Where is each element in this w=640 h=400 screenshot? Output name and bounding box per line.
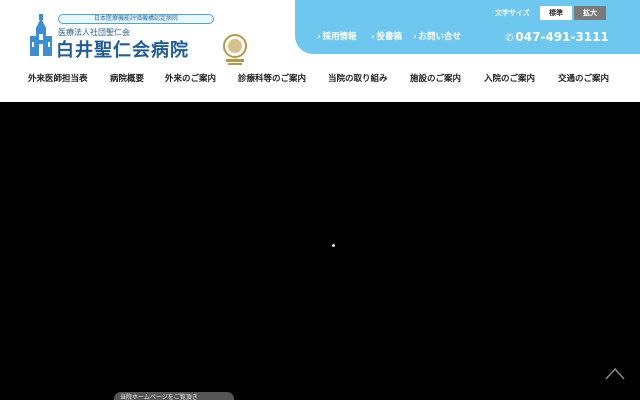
nav-item-initiatives[interactable]: 当院の取り組み	[328, 72, 388, 84]
chevron-right-icon: ›	[317, 32, 321, 42]
utility-bar: 文字サイズ 標準 拡大 › 採用情報 › 投書箱 › お問い合せ ✆ 047-491-3…	[295, 0, 640, 54]
phone-number[interactable]: ✆ 047-491-3111	[505, 30, 609, 44]
church-tower-icon	[30, 14, 52, 56]
main-nav: 外来医師担当表 病院概要 外来のご案内 診療科等のご案内 当院の取り組み 施設の…	[0, 68, 640, 88]
nav-item-doctor-schedule[interactable]: 外来医師担当表	[28, 72, 88, 84]
nav-item-departments[interactable]: 診療科等のご案内	[238, 72, 306, 84]
suggestion-box-link[interactable]: › 投書箱	[371, 30, 402, 42]
nav-item-access[interactable]: 交通のご案内	[558, 72, 609, 84]
phone-number-text: 047-491-3111	[515, 30, 609, 44]
suggestion-box-link-label: 投書箱	[376, 32, 403, 42]
nav-item-overview[interactable]: 病院概要	[110, 72, 144, 84]
chevron-right-icon: ›	[413, 32, 417, 42]
loading-dot	[332, 244, 335, 247]
site-header: 日本医療機能評価機構認定病院 医療法人社団聖仁会 白井聖仁会病院 文字サイズ 標…	[0, 0, 640, 102]
nav-item-outpatient[interactable]: 外来のご案内	[165, 72, 216, 84]
notice-pill[interactable]: 当院ホームページをご覧頂き	[114, 392, 234, 400]
font-large-button[interactable]: 拡大	[574, 6, 606, 20]
hospital-name: 白井聖仁会病院	[56, 40, 189, 61]
chevron-up-icon[interactable]	[603, 364, 627, 382]
nav-item-inpatient[interactable]: 入院のご案内	[484, 72, 535, 84]
font-standard-button[interactable]: 標準	[540, 6, 572, 20]
chevron-right-icon: ›	[371, 32, 375, 42]
recruit-link[interactable]: › 採用情報	[317, 30, 357, 42]
font-size-label: 文字サイズ	[495, 9, 530, 17]
hero-video: 当院ホームページをご覧頂き	[0, 102, 640, 400]
logo-link[interactable]: 日本医療機能評価機構認定病院 医療法人社団聖仁会 白井聖仁会病院	[30, 12, 247, 65]
phone-icon: ✆	[505, 33, 514, 44]
certification-badge: 日本医療機能評価機構認定病院	[58, 14, 214, 24]
contact-link-label: お問い合せ	[418, 32, 462, 42]
anniversary-emblem-icon	[223, 34, 247, 65]
contact-link[interactable]: › お問い合せ	[413, 30, 461, 42]
recruit-link-label: 採用情報	[322, 32, 357, 42]
nav-item-facilities[interactable]: 施設のご案内	[410, 72, 461, 84]
